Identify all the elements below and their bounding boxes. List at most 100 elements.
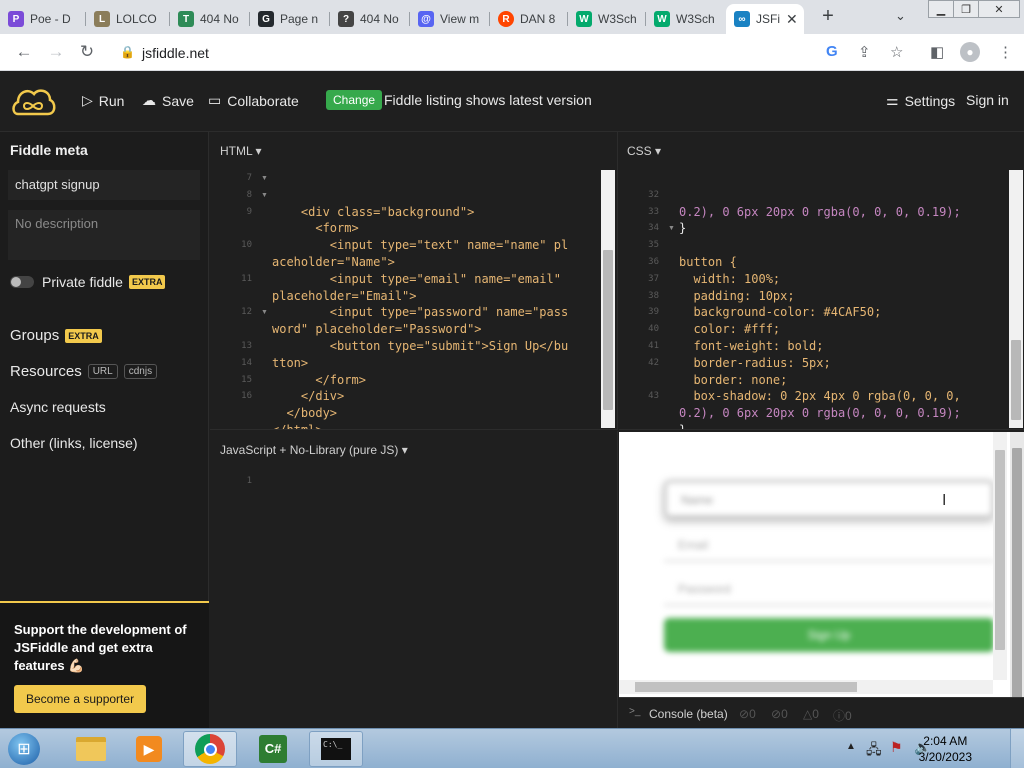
start-button[interactable]: ⊞ (2, 731, 46, 767)
url-field[interactable]: 🔒 jsfiddle.net (110, 38, 880, 67)
browser-tab[interactable]: R DAN 8 (490, 4, 568, 34)
fold-arrow-icon[interactable]: ▼ (261, 309, 268, 316)
more-menu-icon[interactable]: ⋮ (998, 43, 1013, 61)
extra-badge: EXTRA (128, 275, 166, 289)
result-preview: Name Email Password Sign Up (634, 442, 994, 682)
side-panel-icon[interactable]: ◧ (930, 43, 944, 61)
minimize-icon[interactable]: ▁ (928, 0, 954, 18)
html-panel-label[interactable]: HTML ▾ (220, 144, 262, 158)
back-icon[interactable]: ← (14, 42, 34, 62)
share-icon[interactable]: ⇪ (858, 43, 871, 61)
taskbar-csharp[interactable]: C# (246, 731, 300, 767)
console-label[interactable]: Console (beta) (649, 707, 728, 721)
html-scrollbar[interactable] (601, 170, 615, 428)
private-fiddle-toggle[interactable] (10, 276, 34, 288)
run-label: Run (98, 92, 125, 109)
profile-avatar-icon[interactable]: ● (960, 42, 980, 62)
tab-title: W3Sch (598, 12, 637, 26)
private-fiddle-label: Private fiddle (42, 274, 123, 290)
extra-badge: EXTRA (65, 328, 102, 343)
csharp-icon: C# (259, 735, 287, 763)
fold-arrow-icon[interactable]: ▼ (261, 192, 268, 199)
css-code[interactable]: 0.2), 0 6px 20px 0 rgba(0, 0, 0, 0.19);}… (679, 170, 961, 429)
browser-tab[interactable]: G Page n (250, 4, 330, 34)
sidebar-item-other[interactable]: Other (links, license) (10, 435, 138, 451)
description-field[interactable]: No description (8, 210, 200, 260)
css-panel[interactable]: CSS ▾ 32 33 34 35 36 37 38 39 40 41 42 43 ▼ 0.2), … (619, 132, 1024, 430)
clock[interactable]: 2:04 AM 3/20/2023 (919, 733, 972, 765)
browser-tab-active[interactable]: ∞ JSFi ✕ (726, 4, 804, 34)
browser-tab[interactable]: L LOLCO (86, 4, 170, 34)
tab-search-icon[interactable]: ⌄ (895, 8, 906, 24)
change-button[interactable]: Change (326, 90, 383, 110)
browser-tab[interactable]: W W3Sch (646, 4, 726, 34)
jsfiddle-header: ▷ Run ☁ Save ▭ Collaborate Change Fiddle li… (0, 71, 1024, 132)
sign-in-link[interactable]: Sign in (966, 92, 1009, 108)
cdnjs-chip[interactable]: cdnjs (123, 364, 158, 379)
page-vscroll[interactable] (1010, 432, 1024, 728)
url-chip[interactable]: URL (87, 364, 118, 379)
resources-label: Resources (10, 363, 82, 380)
folder-icon (76, 737, 106, 761)
show-desktop-button[interactable] (1010, 729, 1024, 768)
line-numbers: 1 (246, 476, 252, 486)
close-window-icon[interactable]: ✕ (978, 0, 1020, 18)
w3schools-favicon-icon: W (654, 11, 670, 27)
css-scrollbar[interactable] (1009, 170, 1023, 428)
js-panel-label[interactable]: JavaScript + No-Library (pure JS) ▾ (220, 443, 408, 457)
google-icon[interactable]: G (826, 43, 838, 60)
flag-icon[interactable]: ⚑ (890, 739, 903, 756)
sidebar-item-resources[interactable]: Resources URL cdnjs (10, 363, 158, 380)
page-vscroll-thumb[interactable] (1012, 448, 1022, 698)
tab-title: DAN 8 (520, 12, 556, 26)
taskbar-explorer[interactable] (64, 731, 118, 767)
taskbar-cmd[interactable]: C:\_ (309, 731, 363, 767)
result-vscroll-thumb[interactable] (995, 450, 1005, 650)
html-panel[interactable]: HTML ▾ 789 10 11 12 13 14 15 16 ▼ ▼ ▼ <div … (210, 132, 618, 430)
fiddle-name-input[interactable]: chatgpt signup (8, 170, 200, 200)
browser-tab[interactable]: W W3Sch (568, 4, 646, 34)
network-icon[interactable]: 🖧 (866, 739, 882, 763)
js-panel[interactable]: JavaScript + No-Library (pure JS) ▾ 1 (210, 431, 618, 728)
restore-icon[interactable]: ❐ (953, 0, 979, 18)
reddit-favicon-icon: R (498, 11, 514, 27)
browser-tab[interactable]: P Poe - D (0, 4, 86, 34)
browser-tab[interactable]: ? 404 No (330, 4, 410, 34)
fold-arrow-icon[interactable]: ▼ (668, 225, 675, 232)
css-panel-label[interactable]: CSS ▾ (627, 144, 661, 158)
tab-title: Poe - D (30, 12, 71, 26)
bookmark-star-icon[interactable]: ☆ (890, 43, 903, 61)
taskbar-media-player[interactable]: ▶ (122, 731, 176, 767)
fold-arrow-icon[interactable]: ▼ (261, 175, 268, 182)
tab-title: Page n (280, 12, 319, 26)
result-hscroll[interactable] (619, 680, 993, 694)
console-bar[interactable]: >_ Console (beta) ⊘0 ⊘0 △0 ⓘ0 (619, 697, 1024, 728)
run-button[interactable]: ▷ Run (82, 92, 124, 109)
result-frame[interactable]: Name Email Password Sign Up I (619, 432, 1024, 697)
become-supporter-button[interactable]: Become a supporter (14, 685, 147, 713)
sidebar-item-groups[interactable]: Groups EXTRA (10, 327, 102, 344)
html-code[interactable]: <div class="background"> <form> <input t… (272, 170, 568, 429)
save-button[interactable]: ☁ Save (142, 92, 194, 109)
play-icon: ▷ (82, 92, 93, 108)
collaborate-button[interactable]: ▭ Collaborate (208, 92, 299, 109)
result-vscroll[interactable] (993, 432, 1007, 680)
new-tab-icon[interactable]: + (817, 5, 839, 28)
html-scroll-thumb[interactable] (603, 250, 613, 410)
browser-tab[interactable]: @ View m (410, 4, 490, 34)
discord-favicon-icon: @ (418, 11, 434, 27)
css-scroll-thumb[interactable] (1011, 340, 1021, 420)
jsfiddle-logo-icon[interactable] (10, 84, 56, 123)
console-warn-count: ⊘0 (771, 707, 788, 721)
settings-button[interactable]: ⚌ Settings (886, 92, 955, 109)
sidebar-item-async[interactable]: Async requests (10, 399, 106, 415)
close-tab-icon[interactable]: ✕ (786, 11, 798, 28)
show-hidden-icons[interactable]: ▲ (846, 741, 856, 752)
reload-icon[interactable]: ↻ (77, 42, 97, 62)
browser-tab[interactable]: T 404 No (170, 4, 250, 34)
support-box: Support the development of JSFiddle and … (0, 601, 209, 728)
taskbar-chrome[interactable] (183, 731, 237, 767)
result-hscroll-thumb[interactable] (635, 682, 857, 692)
forward-icon[interactable]: → (46, 42, 66, 62)
tab-title: JSFi (756, 12, 780, 26)
